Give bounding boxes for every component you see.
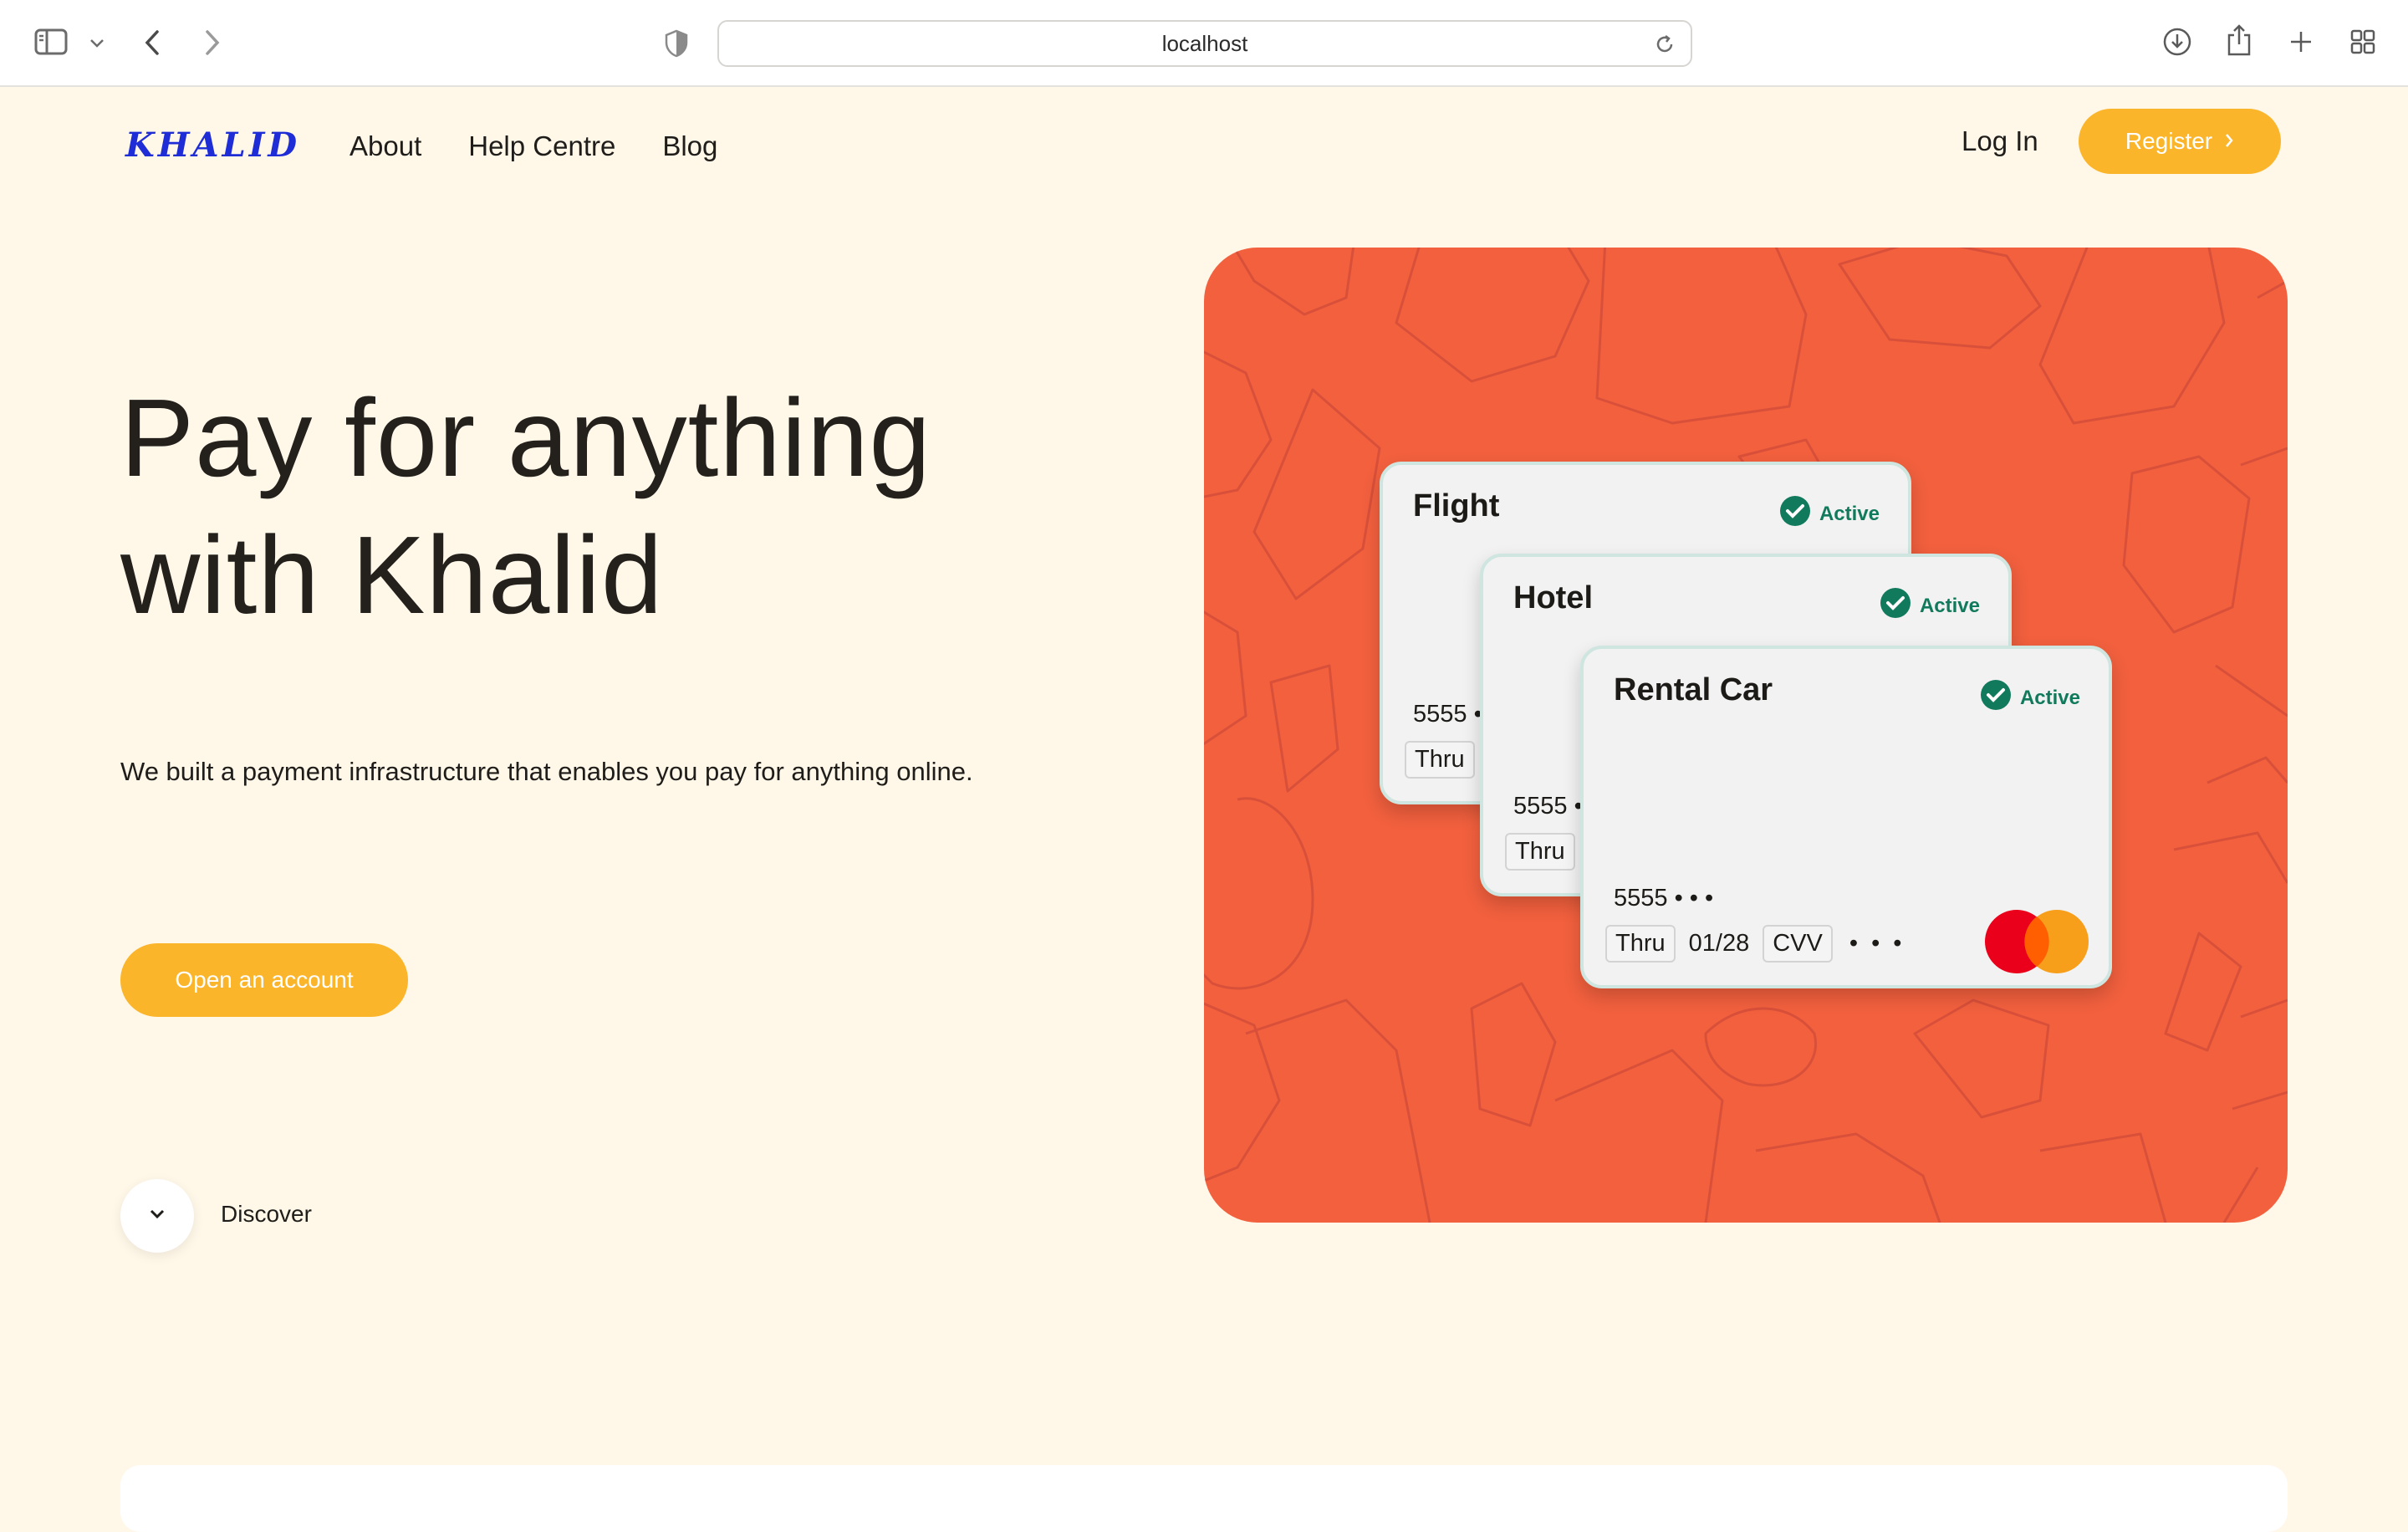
reload-icon[interactable]	[1654, 33, 1676, 55]
expiry-label: Thru	[1605, 925, 1676, 963]
cvv-label: CVV	[1763, 925, 1833, 963]
register-label: Register	[2125, 128, 2213, 154]
register-button[interactable]: Register	[2079, 109, 2281, 174]
check-circle-icon	[1880, 587, 1911, 625]
login-link[interactable]: Log In	[1962, 125, 2038, 157]
cards-illustration: Flight Active 5555 • Thru Hotel Active 5…	[1204, 248, 2288, 1223]
open-account-button[interactable]: Open an account	[120, 943, 408, 1017]
card-title: Rental Car	[1614, 672, 1773, 707]
url-text: localhost	[1161, 30, 1248, 56]
card-number: 5555 •	[1513, 793, 1583, 820]
check-circle-icon	[1980, 679, 2012, 717]
expiry-label: Thru	[1505, 833, 1575, 871]
chevron-down-icon	[149, 1208, 166, 1224]
tab-overview-icon[interactable]	[2348, 27, 2378, 57]
discover-button[interactable]	[120, 1179, 194, 1253]
discover-label: Discover	[221, 1201, 312, 1227]
nav-about[interactable]: About	[349, 130, 421, 162]
cvv-mask: • • •	[1849, 930, 1905, 957]
landing-page: KHALID About Help Centre Blog Log In Reg…	[0, 89, 2408, 1532]
privacy-shield-icon[interactable]	[662, 27, 691, 60]
card-status: Active	[1880, 587, 1980, 625]
expiry-value: 01/28	[1688, 930, 1750, 957]
hero-title: Pay for anything with Khalid	[120, 370, 1124, 644]
card-status-label: Active	[2019, 686, 2080, 709]
card-title: Flight	[1413, 488, 1500, 523]
sidebar-toggle-icon[interactable]	[33, 27, 69, 57]
card-status-label: Active	[1819, 502, 1880, 525]
card-details: Thru	[1405, 741, 1475, 779]
forward-arrow-icon[interactable]	[199, 27, 226, 59]
card-status: Active	[1980, 679, 2080, 717]
card-number: 5555 •	[1413, 701, 1482, 728]
nav-blog[interactable]: Blog	[662, 130, 717, 162]
chevron-right-icon	[2224, 128, 2234, 155]
hero-subtitle: We built a payment infrastructure that e…	[120, 757, 973, 786]
card-details: Thru 01/28 CVV • • •	[1605, 925, 1905, 963]
nav-help-centre[interactable]: Help Centre	[468, 130, 615, 162]
next-section-card	[120, 1465, 2288, 1532]
share-icon[interactable]	[2224, 22, 2254, 59]
card-title: Hotel	[1513, 580, 1593, 615]
new-tab-icon[interactable]	[2286, 27, 2316, 57]
main-nav: About Help Centre Blog	[349, 130, 717, 162]
expiry-label: Thru	[1405, 741, 1475, 779]
card-status-label: Active	[1919, 594, 1980, 617]
back-arrow-icon[interactable]	[139, 27, 166, 59]
logo[interactable]: KHALID	[125, 125, 300, 165]
card-number: 5555 • • •	[1614, 885, 1714, 912]
mastercard-logo-icon	[1983, 908, 2090, 979]
virtual-card-rental-car[interactable]: Rental Car Active 5555 • • • Thru 01/28 …	[1580, 646, 2112, 988]
card-status: Active	[1779, 495, 1880, 533]
address-bar[interactable]: localhost	[717, 20, 1692, 67]
download-icon[interactable]	[2161, 25, 2194, 59]
check-circle-icon	[1779, 495, 1811, 533]
hero-title-line-1: Pay for anything	[120, 376, 931, 499]
browser-toolbar: localhost	[0, 0, 2408, 87]
chevron-down-icon[interactable]	[87, 33, 107, 54]
card-details: Thru	[1505, 833, 1575, 871]
hero-title-line-2: with Khalid	[120, 513, 664, 636]
